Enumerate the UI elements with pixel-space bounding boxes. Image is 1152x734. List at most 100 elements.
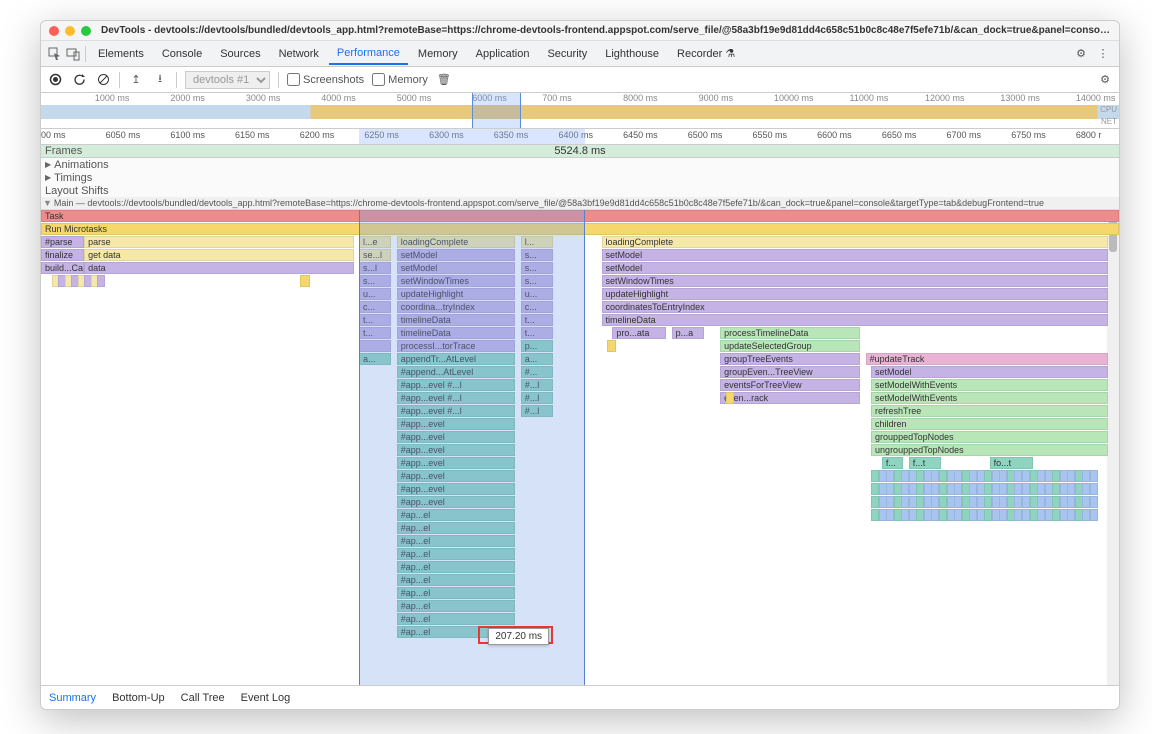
flame-entry[interactable]: setModel — [871, 366, 1108, 378]
tab-call-tree[interactable]: Call Tree — [181, 692, 225, 704]
tab-bottom-up[interactable]: Bottom-Up — [112, 692, 165, 704]
tab-console[interactable]: Console — [154, 44, 210, 64]
layout-shifts-track[interactable]: Layout Shifts — [41, 184, 1119, 197]
flame-entry[interactable]: setModel — [602, 262, 1109, 274]
frames-track[interactable]: Frames 5524.8 ms — [41, 145, 1119, 158]
flame-entry[interactable]: se...l — [359, 249, 391, 261]
flame-entry[interactable]: #...l — [521, 392, 553, 404]
flame-entry[interactable] — [607, 340, 616, 352]
flame-entry[interactable]: setModel — [397, 262, 516, 274]
flame-entry[interactable]: setModel — [602, 249, 1109, 261]
flame-entry[interactable]: #app...evel #...l — [397, 379, 516, 391]
flame-entry[interactable]: build...Calls — [41, 262, 84, 274]
tab-application[interactable]: Application — [468, 44, 538, 64]
close-icon[interactable] — [49, 26, 59, 36]
flame-entry[interactable]: c... — [359, 301, 391, 313]
upload-icon[interactable]: ↥ — [128, 72, 144, 88]
flame-entry[interactable]: groupEven...TreeView — [720, 366, 860, 378]
tab-security[interactable]: Security — [539, 44, 595, 64]
flame-entry[interactable]: Run Microtasks — [41, 223, 1119, 235]
flame-entry[interactable]: p...a — [672, 327, 704, 339]
flame-entry[interactable]: parse — [84, 236, 354, 248]
flame-entry[interactable]: fo...t — [990, 457, 1033, 469]
flame-entry[interactable]: setWindowTimes — [602, 275, 1109, 287]
flame-entry[interactable]: processI...torTrace — [397, 340, 516, 352]
timings-track[interactable]: ▶Timings — [41, 171, 1119, 184]
flame-entry[interactable]: #ap...el — [397, 613, 516, 625]
flame-entry[interactable]: appendTr...AtLevel — [397, 353, 516, 365]
flame-entry[interactable] — [1090, 496, 1098, 508]
flame-entry[interactable]: updateHighlight — [397, 288, 516, 300]
flame-entry[interactable]: setModelWithEvents — [871, 379, 1108, 391]
tab-recorder[interactable]: Recorder ⚗ — [669, 43, 743, 64]
flame-entry[interactable]: eventsForTreeView — [720, 379, 860, 391]
flame-entry[interactable]: #parse — [41, 236, 84, 248]
tab-elements[interactable]: Elements — [90, 44, 152, 64]
flame-entry[interactable] — [300, 275, 311, 287]
flame-entry[interactable]: coordina...tryIndex — [397, 301, 516, 313]
flame-entry[interactable]: #...l — [521, 379, 553, 391]
flame-entry[interactable]: s...l — [359, 262, 391, 274]
flame-chart[interactable]: 207.20 ms TaskRun Microtasks#parseparsef… — [41, 210, 1119, 685]
flame-entry[interactable]: loadingComplete — [397, 236, 516, 248]
flame-entry[interactable]: a... — [521, 353, 553, 365]
flame-entry[interactable]: children — [871, 418, 1108, 430]
flame-entry[interactable]: coordinatesToEntryIndex — [602, 301, 1109, 313]
record-icon[interactable] — [47, 72, 63, 88]
flame-entry[interactable]: #app...evel — [397, 470, 516, 482]
flame-entry[interactable]: s... — [521, 249, 553, 261]
flame-entry[interactable]: setModel — [397, 249, 516, 261]
flame-entry[interactable]: #app...evel — [397, 496, 516, 508]
flame-entry[interactable]: #app...evel — [397, 431, 516, 443]
flame-entry[interactable]: t... — [359, 327, 391, 339]
tab-memory[interactable]: Memory — [410, 44, 466, 64]
minimize-icon[interactable] — [65, 26, 75, 36]
zoom-icon[interactable] — [81, 26, 91, 36]
overview-selection[interactable] — [472, 93, 521, 128]
flame-entry[interactable]: f... — [882, 457, 904, 469]
flame-entry[interactable]: s... — [359, 275, 391, 287]
flame-entry[interactable] — [1090, 509, 1098, 521]
flame-entry[interactable]: #ap...el — [397, 600, 516, 612]
vertical-scrollbar[interactable] — [1107, 210, 1119, 685]
flame-entry[interactable]: #app...evel — [397, 457, 516, 469]
download-icon[interactable]: ⭳ — [152, 72, 168, 88]
perf-settings-icon[interactable]: ⚙ — [1097, 72, 1113, 88]
flame-entry[interactable]: #updateTrack — [866, 353, 1109, 365]
flame-entry[interactable]: #app...evel #...l — [397, 405, 516, 417]
flame-entry[interactable]: #ap...el — [397, 522, 516, 534]
flame-entry[interactable]: s... — [521, 262, 553, 274]
flame-entry[interactable]: Task — [41, 210, 1119, 222]
flame-entry[interactable]: #app...evel — [397, 483, 516, 495]
inspect-icon[interactable] — [47, 46, 63, 62]
flame-entry[interactable]: t... — [521, 327, 553, 339]
tab-performance[interactable]: Performance — [329, 43, 408, 65]
flame-entry[interactable]: #ap...el — [397, 535, 516, 547]
flame-entry[interactable]: timelineData — [397, 327, 516, 339]
flame-entry[interactable]: #append...AtLevel — [397, 366, 516, 378]
settings-icon[interactable]: ⚙ — [1071, 47, 1091, 60]
flame-entry[interactable]: updateHighlight — [602, 288, 1109, 300]
memory-checkbox[interactable]: Memory — [372, 73, 428, 86]
timeline-overview[interactable]: 1000 ms2000 ms3000 ms4000 ms5000 ms6000 … — [41, 93, 1119, 129]
flame-entry[interactable]: #app...evel — [397, 444, 516, 456]
flame-entry[interactable]: grouppedTopNodes — [871, 431, 1108, 443]
flame-entry[interactable]: l... — [521, 236, 553, 248]
flame-entry[interactable]: u... — [359, 288, 391, 300]
tab-network[interactable]: Network — [271, 44, 327, 64]
timeline-ruler[interactable]: 00 ms6050 ms6100 ms6150 ms6200 ms6250 ms… — [41, 129, 1119, 145]
flame-entry[interactable]: s... — [521, 275, 553, 287]
flame-entry[interactable]: c... — [521, 301, 553, 313]
flame-entry[interactable]: #app...evel — [397, 418, 516, 430]
device-toolbar-icon[interactable] — [65, 46, 81, 62]
flame-entry[interactable] — [1090, 470, 1098, 482]
trash-icon[interactable]: 🗑 — [436, 72, 452, 88]
more-icon[interactable]: ⋮ — [1093, 47, 1113, 60]
flame-entry[interactable] — [726, 392, 735, 404]
flame-entry[interactable]: data — [84, 262, 354, 274]
reload-icon[interactable] — [71, 72, 87, 88]
flame-entry[interactable]: refreshTree — [871, 405, 1108, 417]
flame-entry[interactable]: get data — [84, 249, 354, 261]
flame-entry[interactable]: t... — [359, 314, 391, 326]
main-thread-header[interactable]: ▼Main — devtools://devtools/bundled/devt… — [41, 197, 1119, 210]
